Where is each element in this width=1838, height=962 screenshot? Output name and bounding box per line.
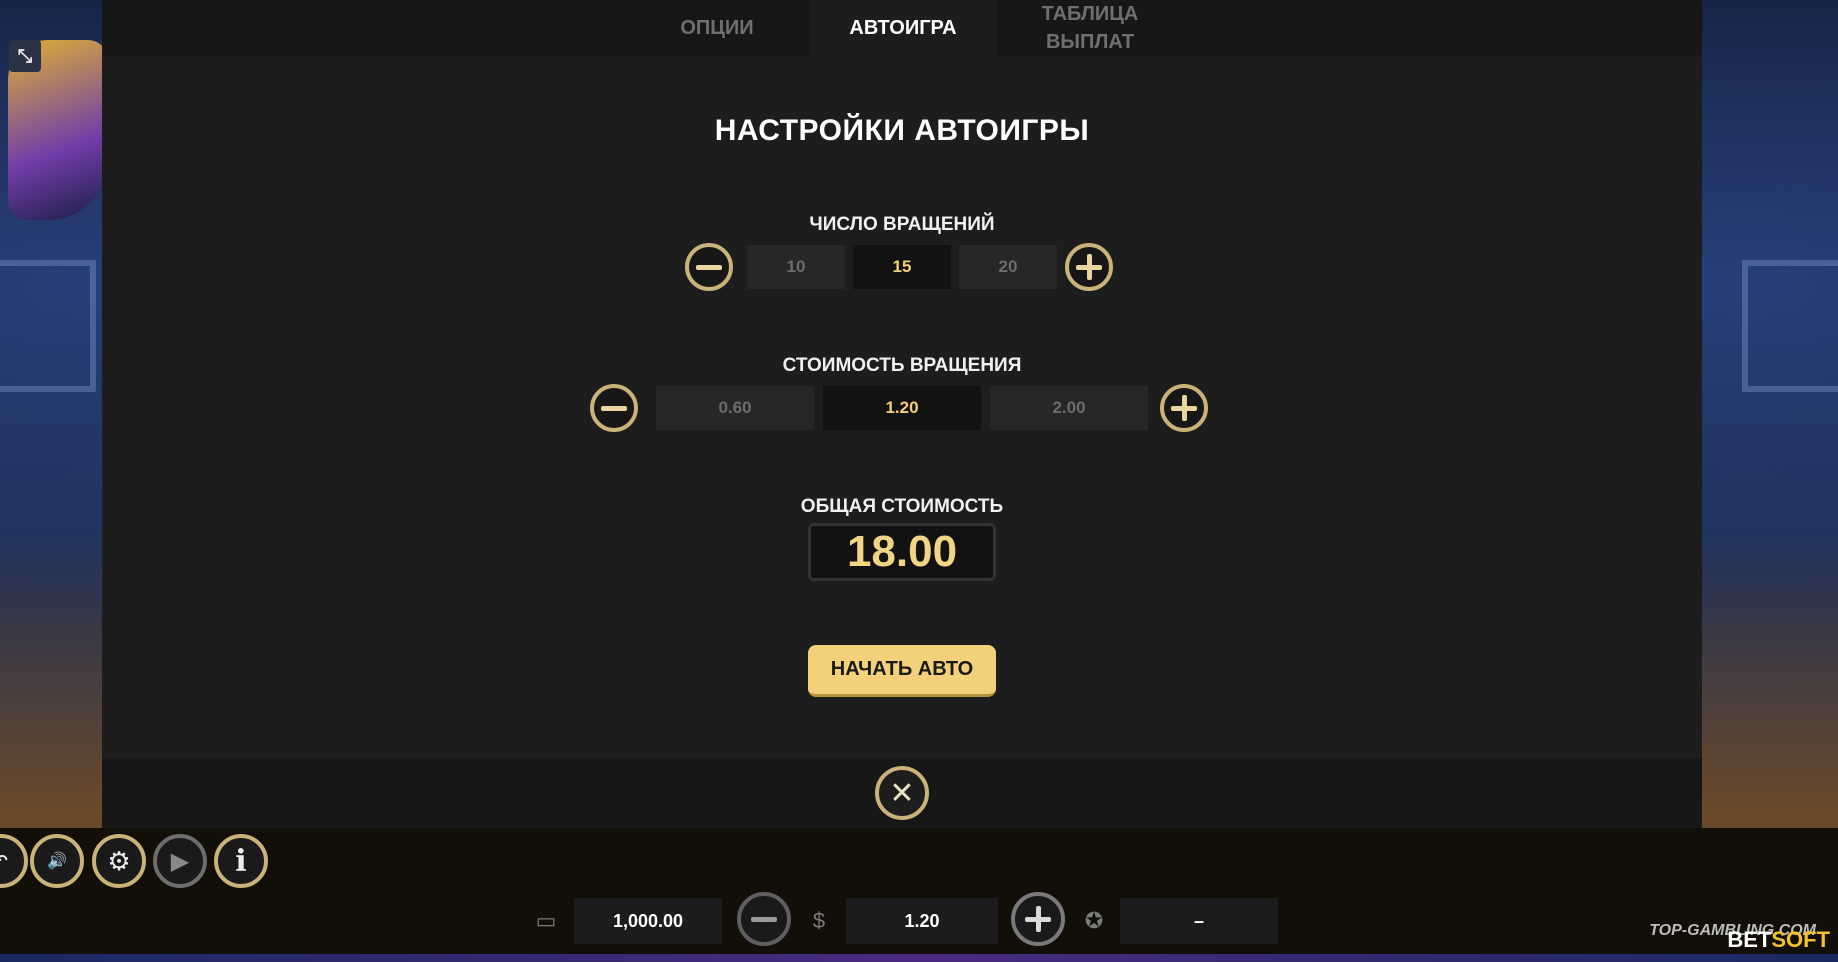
balance-value: 1,000.00 <box>574 898 722 944</box>
bet-value: 1.20 <box>846 898 998 944</box>
spin-cost-option-1.20[interactable]: 1.20 <box>823 386 981 430</box>
tab-autoplay[interactable]: АВТОИГРА <box>809 0 997 56</box>
spin-cost-option-2.00[interactable]: 2.00 <box>990 386 1148 430</box>
hoop-right <box>1742 260 1838 392</box>
page-title: НАСТРОЙКИ АВТОИГРЫ <box>714 114 1090 147</box>
info-icon[interactable]: i <box>214 834 268 888</box>
tab-paytable[interactable]: ТАБЛИЦА ВЫПЛАТ <box>1020 0 1160 56</box>
minus-icon <box>601 405 627 411</box>
autoplay-modal: ОПЦИИ АВТОИГРА ТАБЛИЦА ВЫПЛАТ НАСТРОЙКИ … <box>102 0 1702 828</box>
spins-option-15[interactable]: 15 <box>853 245 951 289</box>
bet-increase-button[interactable] <box>1011 892 1065 946</box>
minus-icon <box>696 264 722 270</box>
spins-option-10[interactable]: 10 <box>747 245 845 289</box>
gear-icon[interactable]: ⚙ <box>92 834 146 888</box>
start-auto-button[interactable]: НАЧАТЬ АВТО <box>808 645 996 697</box>
sound-icon[interactable]: 🔊 <box>30 834 84 888</box>
bet-decrease-button[interactable] <box>737 892 791 946</box>
spins-option-20[interactable]: 20 <box>959 245 1057 289</box>
close-icon[interactable]: ✕ <box>875 766 929 820</box>
autoplay-icon[interactable]: ▶ <box>153 834 207 888</box>
spin-cost-option-0.60[interactable]: 0.60 <box>656 386 814 430</box>
tab-options[interactable]: ОПЦИИ <box>662 0 772 56</box>
tab-bar: ОПЦИИ АВТОИГРА ТАБЛИЦА ВЫПЛАТ <box>102 0 1702 56</box>
minus-icon <box>751 916 777 922</box>
total-cost-value: 18.00 <box>808 523 996 581</box>
spins-increase-button[interactable] <box>1065 243 1113 291</box>
hoop-left <box>0 260 96 392</box>
collapse-icon[interactable]: ⤡ <box>9 40 41 72</box>
spin-cost-label: СТОИМОСТЬ ВРАЩЕНИЯ <box>782 355 1022 376</box>
coins-icon: $ <box>812 908 826 933</box>
spin-cost-increase-button[interactable] <box>1160 384 1208 432</box>
spins-decrease-button[interactable] <box>685 243 733 291</box>
award-icon: ✪ <box>1084 908 1104 933</box>
spins-label: ЧИСЛО ВРАЩЕНИЙ <box>809 214 995 235</box>
total-cost-label: ОБЩАЯ СТОИМОСТЬ <box>800 496 1004 517</box>
bottom-strip <box>0 954 1838 962</box>
spin-cost-decrease-button[interactable] <box>590 384 638 432</box>
wallet-icon: ▭ <box>535 908 557 933</box>
win-value: – <box>1120 898 1278 944</box>
brand-logo: BETSOFT <box>1727 927 1830 952</box>
